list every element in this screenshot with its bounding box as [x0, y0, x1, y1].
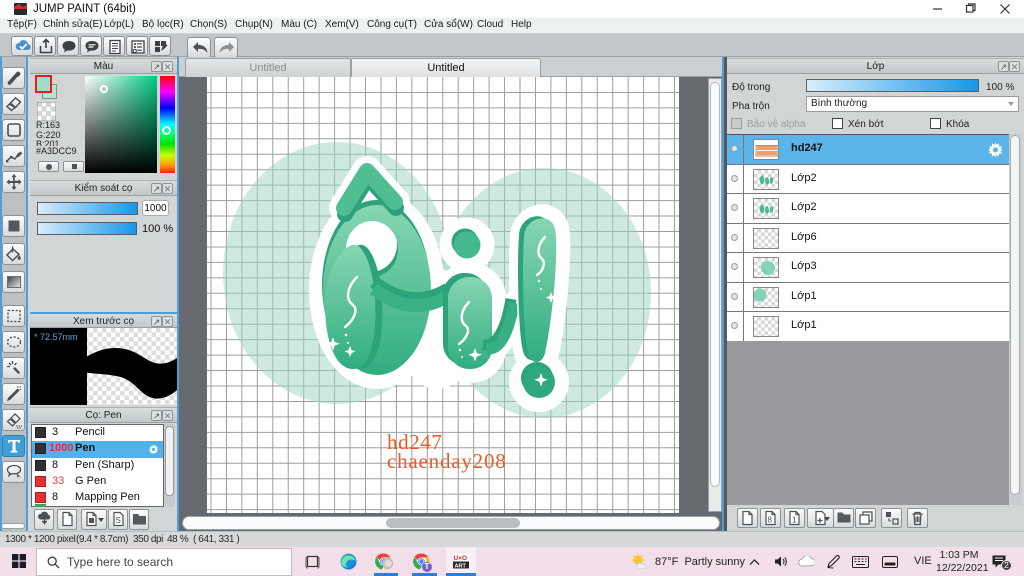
svg-text:1: 1 — [792, 516, 797, 525]
svg-text:8: 8 — [768, 516, 773, 525]
svg-text:* 72.57mm: * 72.57mm — [34, 332, 78, 342]
svg-text:U×O: U×O — [454, 555, 468, 562]
svg-text:ART: ART — [455, 564, 467, 570]
svg-text:S: S — [116, 516, 121, 525]
svg-text:chaenday208: chaenday208 — [387, 449, 507, 473]
